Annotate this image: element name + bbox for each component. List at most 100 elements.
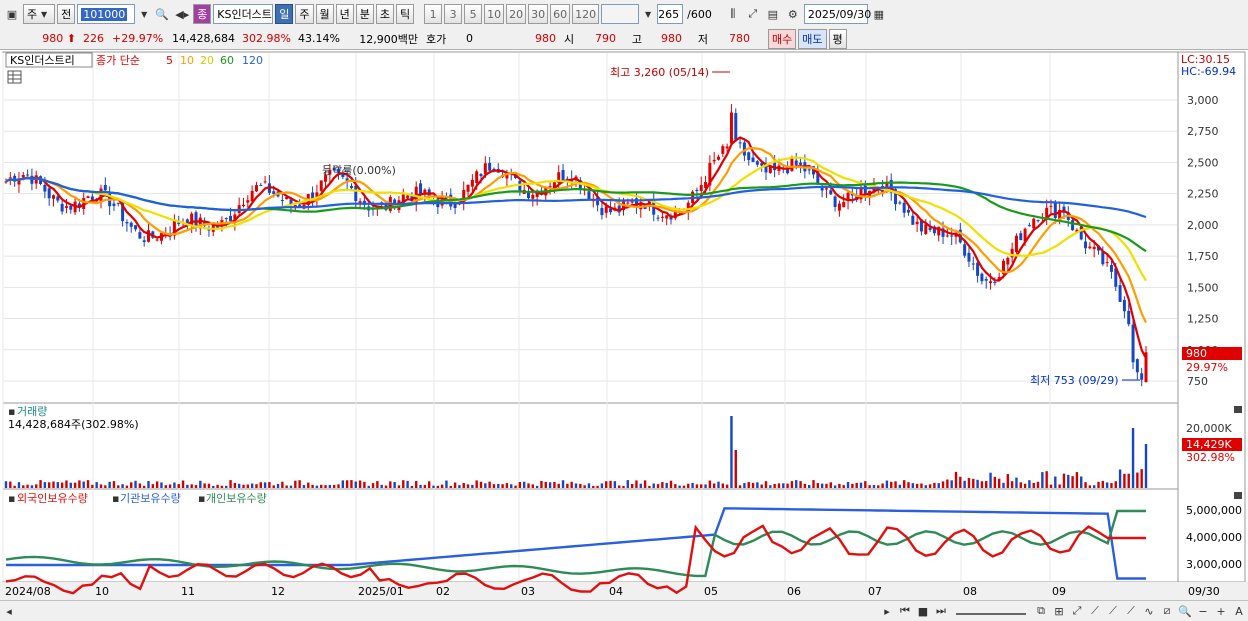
y-tick-label: 2,500 [1187,156,1219,169]
volume-bar [65,480,68,488]
y-tick-label: 3,000 [1187,94,1219,107]
tab-week[interactable]: 주 [295,4,314,24]
candle-body [116,202,120,204]
stock-chart[interactable]: 3,000 2,750 2,500 2,250 2,000 1,750 1,500 1,250… [0,50,1248,600]
tab-year[interactable]: 년 [335,4,354,24]
candle-body [134,225,138,230]
candle-body [406,195,410,198]
volume-bar [795,480,798,488]
volume-bar [397,485,401,488]
volume-bar [747,482,750,488]
volume-bar [622,485,625,488]
candle-body [1131,324,1135,363]
tab-minute[interactable]: 분 [355,4,374,24]
scroll-right-icon[interactable]: ▸ [878,601,896,621]
custom-period-input[interactable] [601,4,640,24]
tab-second[interactable]: 초 [375,4,394,24]
candle-body [43,184,47,192]
draw-tool-icon[interactable]: ⟋ [1104,601,1122,621]
volume-bar [501,484,504,488]
font-icon[interactable]: A [1230,601,1248,621]
last-icon[interactable]: ⏭ [932,601,950,621]
minute-120-button[interactable]: 120 [572,4,600,24]
volume-bar [695,484,699,488]
window-icon[interactable]: ▣ [3,4,21,24]
avg-button[interactable]: 평 [828,28,847,49]
save-icon[interactable]: ▤ [764,4,782,24]
volume-bar [574,483,578,488]
buy-button[interactable]: 매수 [768,28,797,49]
stop-icon[interactable]: ■ [914,601,932,621]
minute-5-button[interactable]: 5 [464,4,483,24]
chart-area[interactable]: 3,000 2,750 2,500 2,250 2,000 1,750 1,500 1,250… [0,50,1248,600]
tab-month[interactable]: 월 [315,4,334,24]
candle-body [799,162,803,165]
count-input[interactable]: 265 [657,4,684,24]
tab-day[interactable]: 일 [275,4,294,24]
candle-body [142,240,146,242]
sound-icon[interactable]: ◀▸ [173,4,191,24]
volume-bar [1131,428,1135,488]
volume-bar [155,481,159,488]
prev-button[interactable]: 전 [57,4,76,24]
x-tick-label: 08 [963,585,977,598]
individual-holding-label: 개인보유수량 [206,492,267,505]
last-pct: 29.97% [1186,361,1228,374]
volume-bar [497,483,500,488]
panel-close-icon[interactable] [1234,492,1242,499]
draw-tool-icon[interactable]: ∿ [1140,601,1158,621]
volume-bar [743,483,746,488]
minute-3-button[interactable]: 3 [444,4,463,24]
draw-tool-icon[interactable]: ⟋ [1086,601,1104,621]
candle-body [26,174,30,176]
scroll-bar[interactable]: ◂ ▸ ⏮ ■ ⏭ ⧉ ⊞ ⤢ ⟋ ⟋ ⟋ ∿ ⧄ 🔍 − + A [0,600,1248,621]
date-input[interactable]: 2025/09/30 [803,4,871,24]
table-icon[interactable] [7,70,22,84]
minute-30-button[interactable]: 30 [528,4,549,24]
volume-bar [354,481,357,488]
draw-tool-icon[interactable]: ⤢ [1068,601,1086,621]
minute-10-button[interactable]: 10 [484,4,505,24]
volume-bar [833,485,837,488]
volume-bar [298,480,301,488]
draw-tool-icon[interactable]: ⧄ [1158,601,1176,621]
first-icon[interactable]: ⏮ [896,601,914,621]
chart-type-icon[interactable]: ⫼ [724,4,742,24]
minute-1-button[interactable]: 1 [424,4,443,24]
draw-tool-icon[interactable]: ⟋ [1122,601,1140,621]
chevron-down-icon[interactable]: ▼ [641,5,655,23]
volume-bar [39,480,42,488]
candle-body [820,188,824,191]
code-input[interactable]: 101000 [77,4,136,24]
candle-body [250,190,254,202]
candle-body [717,156,720,160]
minute-20-button[interactable]: 20 [506,4,527,24]
volume-bar [687,483,690,488]
sell-button[interactable]: 매도 [798,28,827,49]
draw-tool-icon[interactable]: ⤢ [744,4,762,24]
calendar-icon[interactable]: ▦ [870,4,888,24]
volume-bar [643,480,647,488]
panel-close-icon[interactable] [1234,406,1242,413]
candle-body [229,215,233,222]
minute-60-button[interactable]: 60 [550,4,571,24]
gear-icon[interactable]: ⚙ [784,4,802,24]
chevron-down-icon[interactable]: ▼ [137,5,151,23]
x-tick-label: 2024/08 [5,585,51,598]
search-icon[interactable]: 🔍 [153,4,171,24]
zoom-out-icon[interactable]: − [1194,601,1212,621]
zoom-icon[interactable]: 🔍 [1176,601,1194,621]
volume-last-pct: 302.98% [1186,451,1235,464]
tab-tick[interactable]: 틱 [396,4,415,24]
layout-icon[interactable]: ⊞ [1050,601,1068,621]
zoom-slider[interactable] [956,607,1026,615]
period-type-select[interactable]: 주 ▼ [23,4,56,24]
volume-bar [449,485,452,488]
volume-bar [1032,482,1035,488]
volume-bar [924,485,927,488]
zoom-in-icon[interactable]: + [1212,601,1230,621]
scroll-left-icon[interactable]: ◂ [0,601,18,621]
volume-bar [535,485,539,488]
volume-bar [276,483,280,488]
layout-icon[interactable]: ⧉ [1032,601,1050,621]
